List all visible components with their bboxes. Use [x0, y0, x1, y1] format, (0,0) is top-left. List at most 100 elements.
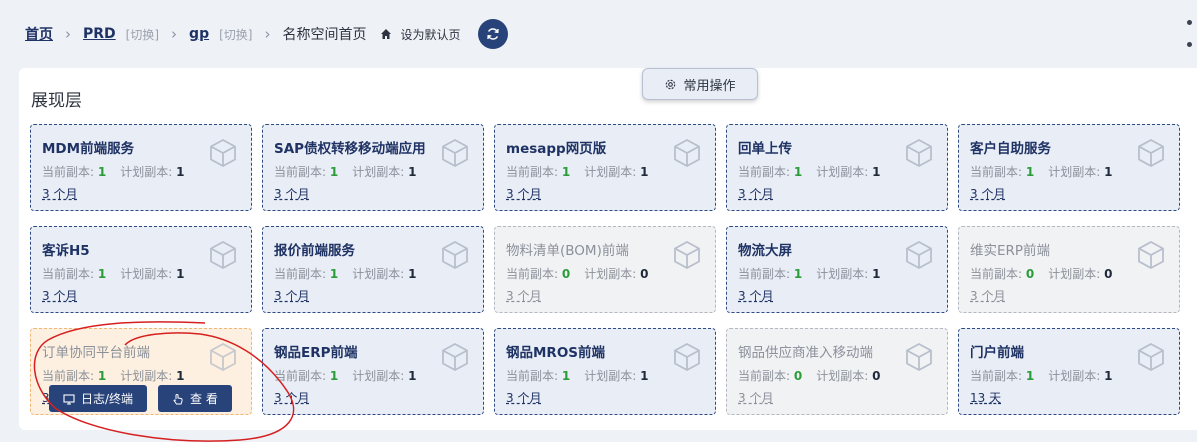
panel-title: 展现层: [31, 91, 82, 111]
service-card[interactable]: 物料清单(BOM)前端 当前副本: 0 计划副本: 03 个月: [494, 226, 716, 313]
current-replicas-label: 当前副本:: [970, 267, 1023, 281]
chevron-right-icon: ›: [171, 25, 178, 43]
current-replicas-label: 当前副本:: [274, 369, 327, 383]
planned-replicas-value: 0: [872, 369, 881, 383]
breadcrumb-home-link[interactable]: 首页: [25, 24, 53, 44]
service-card[interactable]: SAP债权转移移动端应用 当前副本: 1 计划副本: 1 3 个月: [262, 124, 484, 211]
service-card[interactable]: 钢品MROS前端 当前副本: 1 计划副本: 13 个月: [494, 328, 716, 415]
more-menu-icon[interactable]: [1187, 20, 1193, 64]
breadcrumb-current: 名称空间首页: [282, 27, 367, 43]
service-age: 3 个月: [738, 391, 774, 405]
cube-icon: [1138, 240, 1164, 270]
current-replicas-label: 当前副本:: [738, 369, 791, 383]
planned-replicas-label: 计划副本:: [584, 267, 637, 281]
service-card[interactable]: 维实ERP前端 当前副本: 0 计划副本: 03 个月: [958, 226, 1180, 313]
service-card[interactable]: 报价前端服务 当前副本: 1 计划副本: 13 个月: [262, 226, 484, 313]
replica-info: 当前副本: 1 计划副本: 1: [970, 367, 1112, 384]
current-replicas-value: 0: [793, 369, 803, 383]
replica-info: 当前副本: 0 计划副本: 0: [970, 265, 1112, 282]
set-default-page-link[interactable]: 设为默认页: [380, 26, 460, 43]
replica-info: 当前副本: 1 计划副本: 1: [42, 163, 184, 180]
planned-replicas-label: 计划副本:: [584, 369, 637, 383]
cube-icon: [1138, 138, 1164, 168]
service-name: MDM前端服务: [42, 141, 135, 157]
service-card[interactable]: 钢品供应商准入移动端 当前副本: 0 计划副本: 03 个月: [726, 328, 948, 415]
breadcrumb-project-link[interactable]: gp: [189, 26, 209, 42]
service-card[interactable]: MDM前端服务当前副本: 1 计划副本: 1 3 个月: [30, 124, 252, 211]
replica-info: 当前副本: 1 计划副本: 1: [738, 163, 880, 180]
service-card[interactable]: 物流大屏 当前副本: 1 计划副本: 13 个月: [726, 226, 948, 313]
planned-replicas-label: 计划副本:: [584, 165, 637, 179]
current-replicas-label: 当前副本:: [738, 267, 791, 281]
monitor-icon: [63, 393, 75, 405]
chevron-right-icon: ›: [264, 25, 271, 43]
planned-replicas-label: 计划副本:: [1048, 369, 1101, 383]
current-replicas-label: 当前副本:: [970, 369, 1023, 383]
cube-icon: [1138, 342, 1164, 372]
cube-icon: [906, 240, 932, 270]
view-button[interactable]: 查 看: [158, 385, 232, 412]
chevron-right-icon: ›: [65, 25, 71, 43]
view-label: 查 看: [190, 392, 218, 406]
service-age: 3 个月: [42, 187, 78, 201]
current-replicas-value: 1: [1025, 369, 1035, 383]
current-replicas-label: 当前副本:: [738, 165, 791, 179]
service-name: SAP债权转移移动端应用: [274, 141, 426, 157]
service-name: 钢品MROS前端: [506, 345, 606, 361]
service-age: 3 个月: [274, 187, 310, 201]
current-replicas-value: 1: [97, 267, 107, 281]
service-name: 订单协同平台前端: [42, 345, 150, 361]
service-card[interactable]: 客户自助服务 当前副本: 1 计划副本: 13 个月: [958, 124, 1180, 211]
planned-replicas-value: 1: [408, 369, 417, 383]
env-switch-link[interactable]: [切换]: [126, 26, 159, 43]
refresh-button[interactable]: [478, 19, 509, 49]
hand-icon: [173, 393, 183, 404]
service-card[interactable]: 门户前端 当前副本: 1 计划副本: 1 13 天: [958, 328, 1180, 415]
project-switch-link[interactable]: [切换]: [219, 26, 252, 43]
replica-info: 当前副本: 1 计划副本: 1: [42, 367, 184, 384]
service-age: 3 个月: [506, 187, 542, 201]
current-replicas-value: 1: [329, 165, 339, 179]
breadcrumb: 首页 › PRD [切换] › gp [切换] › 名称空间首页 设为默认页: [0, 0, 1197, 68]
common-operations-button[interactable]: 常用操作: [642, 68, 758, 100]
planned-replicas-label: 计划副本:: [816, 165, 869, 179]
service-card[interactable]: mesapp网页版 当前副本: 1 计划副本: 13 个月: [494, 124, 716, 211]
replica-info: 当前副本: 0 计划副本: 0: [506, 265, 648, 282]
cube-icon: [442, 138, 468, 168]
cube-icon: [442, 342, 468, 372]
planned-replicas-value: 1: [872, 165, 881, 179]
service-age: 3 个月: [274, 391, 310, 405]
current-replicas-label: 当前副本:: [274, 165, 327, 179]
service-card[interactable]: 客诉H5 当前副本: 1 计划副本: 13 个月: [30, 226, 252, 313]
service-card[interactable]: 钢品ERP前端 当前副本: 1 计划副本: 13 个月: [262, 328, 484, 415]
current-replicas-value: 1: [793, 165, 803, 179]
current-replicas-label: 当前副本:: [274, 267, 327, 281]
service-card[interactable]: 回单上传 当前副本: 1 计划副本: 13 个月: [726, 124, 948, 211]
current-replicas-label: 当前副本:: [42, 267, 95, 281]
current-replicas-value: 0: [561, 267, 571, 281]
current-replicas-label: 当前副本:: [506, 165, 559, 179]
current-replicas-label: 当前副本:: [42, 369, 95, 383]
cube-icon: [674, 138, 700, 168]
replica-info: 当前副本: 1 计划副本: 1: [274, 163, 416, 180]
planned-replicas-label: 计划副本:: [816, 267, 869, 281]
breadcrumb-env-link[interactable]: PRD: [83, 26, 116, 42]
logs-terminal-button[interactable]: 日志/终端: [49, 385, 148, 412]
planned-replicas-value: 1: [408, 165, 417, 179]
current-replicas-value: 1: [793, 267, 803, 281]
presentation-layer-panel: 展现层 常用操作 MDM前端服务 当前副本: 1 计划副本: 13 个月 SAP债权转…: [19, 68, 1197, 430]
current-replicas-value: 1: [97, 165, 107, 179]
planned-replicas-value: 1: [872, 267, 881, 281]
card-actions: 日志/终端 查 看: [49, 385, 232, 412]
service-card[interactable]: 订单协同平台前端当前副本: 1计划副本: 13 个月日志/终端查 看: [30, 328, 252, 415]
planned-replicas-label: 计划副本:: [352, 267, 405, 281]
cube-icon: [442, 240, 468, 270]
planned-replicas-value: 1: [408, 267, 417, 281]
service-name: mesapp网页版: [506, 141, 607, 157]
service-name: 维实ERP前端: [970, 243, 1051, 259]
planned-replicas-value: 0: [1104, 267, 1113, 281]
logs-terminal-label: 日志/终端: [81, 392, 134, 406]
planned-replicas-label: 计划副本:: [120, 369, 173, 383]
planned-replicas-label: 计划副本:: [1048, 165, 1101, 179]
planned-replicas-value: 1: [1104, 369, 1113, 383]
